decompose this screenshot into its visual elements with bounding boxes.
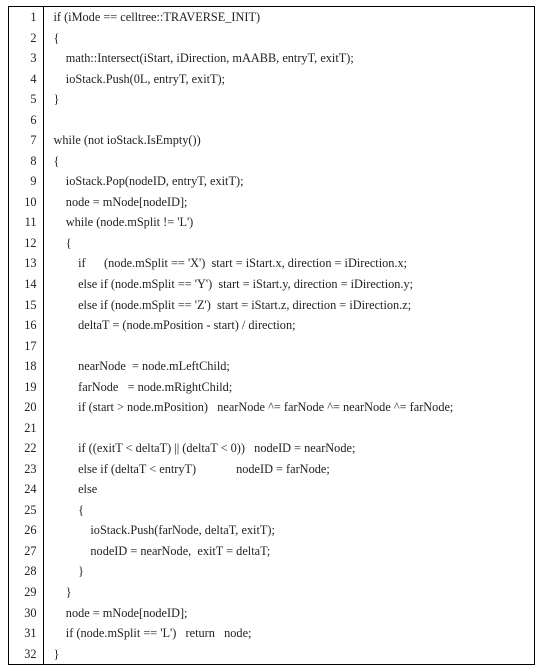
code-line: 15 else if (node.mSplit == 'Z') start = … <box>9 294 534 315</box>
line-number: 21 <box>9 418 43 439</box>
line-number: 27 <box>9 541 43 562</box>
line-code: node = mNode[nodeID]; <box>43 192 534 213</box>
code-lines: 1if (iMode == celltree::TRAVERSE_INIT)2{… <box>9 7 534 664</box>
code-line: 21 <box>9 418 534 439</box>
line-code: else if (node.mSplit == 'Y') start = iSt… <box>43 274 534 295</box>
line-code: ioStack.Push(farNode, deltaT, exitT); <box>43 520 534 541</box>
line-code: } <box>43 582 534 603</box>
code-line: 5} <box>9 89 534 110</box>
line-number: 19 <box>9 377 43 398</box>
line-number: 22 <box>9 438 43 459</box>
line-code: if (node.mSplit == 'L') return node; <box>43 623 534 644</box>
line-number: 32 <box>9 643 43 664</box>
line-number: 4 <box>9 69 43 90</box>
code-line: 27 nodeID = nearNode, exitT = deltaT; <box>9 541 534 562</box>
line-number: 26 <box>9 520 43 541</box>
line-number: 15 <box>9 294 43 315</box>
line-code: } <box>43 561 534 582</box>
line-code: if ((exitT < deltaT) || (deltaT < 0)) no… <box>43 438 534 459</box>
line-number: 5 <box>9 89 43 110</box>
code-line: 19 farNode = node.mRightChild; <box>9 377 534 398</box>
line-code: else <box>43 479 534 500</box>
line-code: if (start > node.mPosition) nearNode ^= … <box>43 397 534 418</box>
code-line: 32} <box>9 643 534 664</box>
line-code: } <box>43 643 534 664</box>
line-number: 23 <box>9 459 43 480</box>
line-number: 3 <box>9 48 43 69</box>
line-number: 2 <box>9 28 43 49</box>
code-line: 14 else if (node.mSplit == 'Y') start = … <box>9 274 534 295</box>
line-code: else if (node.mSplit == 'Z') start = iSt… <box>43 294 534 315</box>
line-code: deltaT = (node.mPosition - start) / dire… <box>43 315 534 336</box>
code-line: 1if (iMode == celltree::TRAVERSE_INIT) <box>9 7 534 28</box>
code-line: 6 <box>9 110 534 131</box>
code-line: 3 math::Intersect(iStart, iDirection, mA… <box>9 48 534 69</box>
code-line: 31 if (node.mSplit == 'L') return node; <box>9 623 534 644</box>
code-line: 22 if ((exitT < deltaT) || (deltaT < 0))… <box>9 438 534 459</box>
line-number: 11 <box>9 212 43 233</box>
line-code: while (node.mSplit != 'L') <box>43 212 534 233</box>
line-code: { <box>43 151 534 172</box>
line-code <box>43 110 534 131</box>
code-line: 23 else if (deltaT < entryT) nodeID = fa… <box>9 459 534 480</box>
line-number: 6 <box>9 110 43 131</box>
line-code: { <box>43 500 534 521</box>
code-line: 18 nearNode = node.mLeftChild; <box>9 356 534 377</box>
line-code: else if (deltaT < entryT) nodeID = farNo… <box>43 459 534 480</box>
code-line: 30 node = mNode[nodeID]; <box>9 602 534 623</box>
line-code <box>43 418 534 439</box>
line-number: 29 <box>9 582 43 603</box>
line-code: { <box>43 233 534 254</box>
code-line: 13 if (node.mSplit == 'X') start = iStar… <box>9 253 534 274</box>
line-code: node = mNode[nodeID]; <box>43 602 534 623</box>
line-code: while (not ioStack.IsEmpty()) <box>43 130 534 151</box>
line-number: 16 <box>9 315 43 336</box>
line-number: 20 <box>9 397 43 418</box>
line-code: ioStack.Push(0L, entryT, exitT); <box>43 69 534 90</box>
code-line: 12 { <box>9 233 534 254</box>
line-number: 13 <box>9 253 43 274</box>
code-line: 29 } <box>9 582 534 603</box>
code-line: 17 <box>9 336 534 357</box>
line-code: ioStack.Pop(nodeID, entryT, exitT); <box>43 171 534 192</box>
line-number: 28 <box>9 561 43 582</box>
line-code: { <box>43 28 534 49</box>
code-line: 9 ioStack.Pop(nodeID, entryT, exitT); <box>9 171 534 192</box>
code-line: 8{ <box>9 151 534 172</box>
line-number: 9 <box>9 171 43 192</box>
line-code: if (iMode == celltree::TRAVERSE_INIT) <box>43 7 534 28</box>
line-code: if (node.mSplit == 'X') start = iStart.x… <box>43 253 534 274</box>
line-number: 25 <box>9 500 43 521</box>
code-listing: 1if (iMode == celltree::TRAVERSE_INIT)2{… <box>9 7 534 664</box>
line-number: 7 <box>9 130 43 151</box>
line-code <box>43 336 534 357</box>
code-line: 11 while (node.mSplit != 'L') <box>9 212 534 233</box>
line-number: 12 <box>9 233 43 254</box>
line-code: } <box>43 89 534 110</box>
code-line: 10 node = mNode[nodeID]; <box>9 192 534 213</box>
code-line: 28 } <box>9 561 534 582</box>
line-code: nearNode = node.mLeftChild; <box>43 356 534 377</box>
line-number: 8 <box>9 151 43 172</box>
line-code: farNode = node.mRightChild; <box>43 377 534 398</box>
line-number: 18 <box>9 356 43 377</box>
code-listing-frame: 1if (iMode == celltree::TRAVERSE_INIT)2{… <box>8 6 535 665</box>
code-line: 25 { <box>9 500 534 521</box>
line-number: 30 <box>9 602 43 623</box>
line-number: 14 <box>9 274 43 295</box>
code-line: 20 if (start > node.mPosition) nearNode … <box>9 397 534 418</box>
line-code: nodeID = nearNode, exitT = deltaT; <box>43 541 534 562</box>
code-line: 7while (not ioStack.IsEmpty()) <box>9 130 534 151</box>
line-number: 1 <box>9 7 43 28</box>
line-code: math::Intersect(iStart, iDirection, mAAB… <box>43 48 534 69</box>
line-number: 24 <box>9 479 43 500</box>
line-number: 10 <box>9 192 43 213</box>
code-line: 2{ <box>9 28 534 49</box>
code-line: 26 ioStack.Push(farNode, deltaT, exitT); <box>9 520 534 541</box>
code-line: 4 ioStack.Push(0L, entryT, exitT); <box>9 69 534 90</box>
line-number: 31 <box>9 623 43 644</box>
code-line: 16 deltaT = (node.mPosition - start) / d… <box>9 315 534 336</box>
line-number: 17 <box>9 336 43 357</box>
code-line: 24 else <box>9 479 534 500</box>
